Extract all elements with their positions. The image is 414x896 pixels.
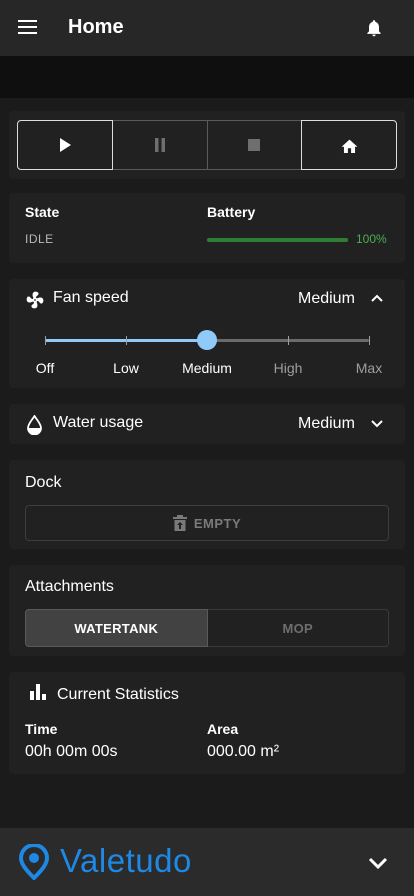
battery-label: Battery bbox=[207, 204, 256, 220]
trash-icon bbox=[172, 514, 187, 531]
brand-name: Valetudo bbox=[60, 842, 192, 879]
slider-tick-label[interactable]: Low bbox=[113, 360, 139, 376]
watertank-toggle[interactable]: WATERTANK bbox=[25, 609, 208, 647]
slider-tick bbox=[45, 336, 46, 345]
slider-thumb[interactable] bbox=[197, 330, 217, 350]
valetudo-logo-icon bbox=[18, 844, 50, 880]
time-value: 00h 00m 00s bbox=[25, 743, 118, 760]
slider-tick-label[interactable]: Max bbox=[356, 360, 382, 376]
bell-icon[interactable] bbox=[364, 17, 384, 39]
fan-speed-slider[interactable] bbox=[45, 330, 370, 350]
fan-icon bbox=[26, 291, 44, 309]
chevron-down-icon[interactable] bbox=[371, 420, 383, 428]
chevron-down-icon[interactable] bbox=[368, 857, 388, 869]
basic-controls-card bbox=[9, 111, 405, 179]
attachments-card: Attachments WATERTANK MOP bbox=[9, 565, 405, 656]
water-usage-label: Water usage bbox=[53, 414, 144, 431]
bar-chart-icon bbox=[30, 684, 46, 700]
battery-value: 100% bbox=[356, 232, 387, 246]
play-button[interactable] bbox=[17, 120, 113, 170]
watertank-label: WATERTANK bbox=[74, 620, 159, 636]
slider-tick-label[interactable]: Off bbox=[36, 360, 54, 376]
pause-button[interactable] bbox=[111, 120, 208, 170]
chevron-up-icon[interactable] bbox=[371, 294, 383, 302]
state-label: State bbox=[25, 204, 60, 220]
time-label: Time bbox=[25, 721, 58, 737]
battery-bar bbox=[207, 238, 348, 242]
control-panel: State IDLE Battery 100% Fan speed Medium… bbox=[0, 98, 414, 828]
home-icon bbox=[341, 139, 358, 153]
empty-dock-button[interactable]: EMPTY bbox=[25, 505, 389, 541]
slider-tick bbox=[126, 336, 127, 345]
water-usage-value: Medium bbox=[298, 415, 355, 432]
statistics-label: Current Statistics bbox=[57, 686, 179, 703]
mop-toggle[interactable]: MOP bbox=[207, 609, 389, 647]
bottom-bar: Valetudo bbox=[0, 828, 414, 896]
slider-tick-label[interactable]: Medium bbox=[182, 360, 232, 376]
dock-card: Dock EMPTY bbox=[9, 460, 405, 549]
basic-controls bbox=[17, 120, 397, 170]
slider-tick bbox=[288, 336, 289, 345]
slider-tick bbox=[369, 336, 370, 345]
stop-button[interactable] bbox=[206, 120, 303, 170]
pause-icon bbox=[154, 138, 165, 152]
app-bar: Home bbox=[0, 0, 414, 56]
fan-speed-card: Fan speed Medium Off Low Medium High Max bbox=[9, 279, 405, 388]
battery-bar-fill bbox=[207, 238, 348, 242]
area-value: 000.00 m² bbox=[207, 743, 280, 760]
attachments-toggle: WATERTANK MOP bbox=[25, 609, 389, 647]
home-button[interactable] bbox=[301, 120, 397, 170]
slider-tick-label[interactable]: High bbox=[274, 360, 303, 376]
mop-label: MOP bbox=[282, 620, 313, 636]
fan-speed-label: Fan speed bbox=[53, 289, 129, 306]
menu-icon[interactable] bbox=[18, 20, 37, 34]
page-title: Home bbox=[68, 16, 124, 38]
status-card: State IDLE Battery 100% bbox=[9, 193, 405, 263]
stop-icon bbox=[248, 139, 261, 151]
map-area bbox=[0, 56, 414, 98]
water-usage-card: Water usage Medium bbox=[9, 404, 405, 444]
play-icon bbox=[59, 138, 71, 152]
dock-label: Dock bbox=[25, 474, 62, 491]
empty-dock-label: EMPTY bbox=[193, 515, 242, 531]
fan-speed-value: Medium bbox=[298, 290, 355, 307]
area-label: Area bbox=[207, 721, 239, 737]
water-drop-icon bbox=[27, 415, 42, 435]
state-value: IDLE bbox=[25, 232, 54, 246]
attachments-label: Attachments bbox=[25, 578, 114, 595]
statistics-card: Current Statistics Time 00h 00m 00s Area… bbox=[9, 672, 405, 774]
